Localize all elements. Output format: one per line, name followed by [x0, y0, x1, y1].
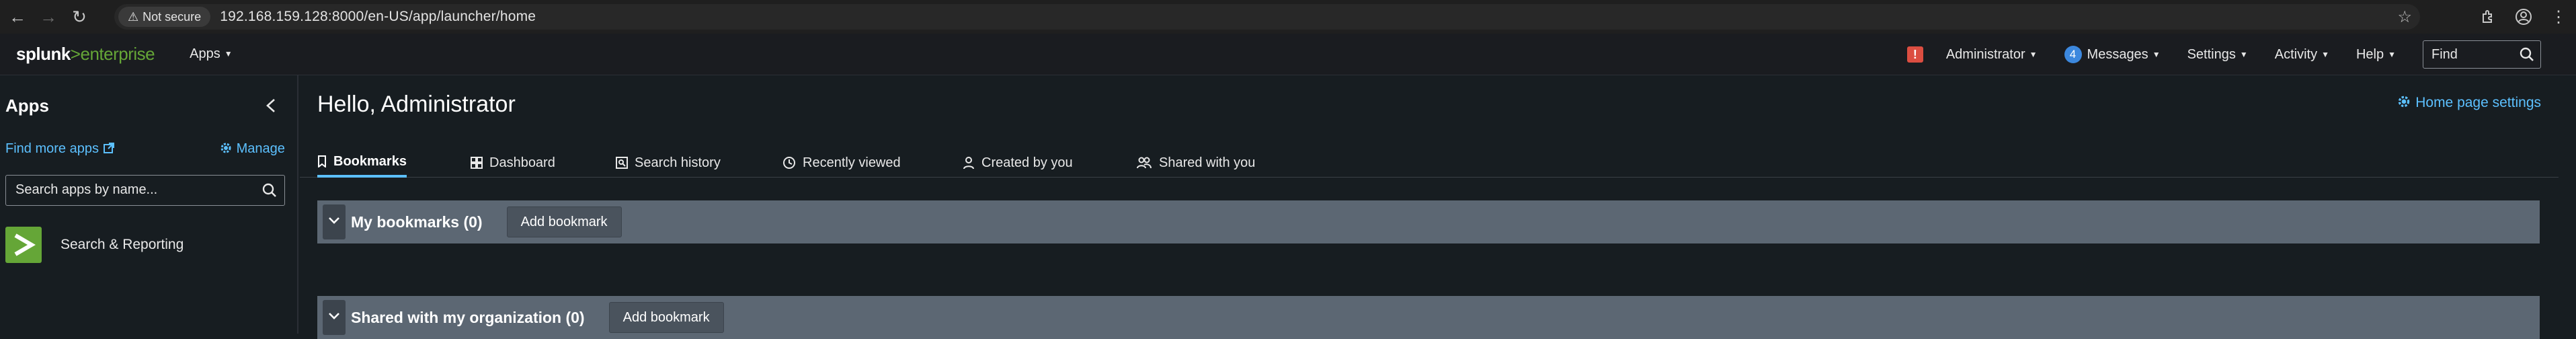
- apps-sidebar: Apps Find more apps Manage Search & Repo…: [0, 75, 298, 334]
- settings-menu[interactable]: Settings ▼: [2187, 47, 2248, 63]
- caret-down-icon: ▼: [2152, 50, 2161, 59]
- tab-created-by-you[interactable]: Created by you: [963, 148, 1073, 178]
- app-search-input[interactable]: [15, 182, 244, 198]
- profile-icon[interactable]: [2506, 0, 2541, 34]
- user-menu-label: Administrator: [1945, 46, 2025, 62]
- user-menu[interactable]: Administrator ▼: [1946, 47, 2038, 63]
- menu-kebab-icon[interactable]: ⋮: [2541, 0, 2576, 34]
- chevron-down-icon: [328, 216, 340, 228]
- my-bookmarks-section: My bookmarks (0) Add bookmark: [317, 200, 2540, 243]
- security-chip[interactable]: ⚠ Not secure: [118, 7, 211, 27]
- app-search-box[interactable]: [5, 175, 285, 206]
- not-secure-label: Not secure: [143, 9, 202, 24]
- settings-menu-label: Settings: [2187, 46, 2236, 62]
- logo-splunk-text: splunk: [16, 44, 71, 64]
- find-input[interactable]: [2431, 46, 2512, 63]
- expand-toggle[interactable]: [323, 204, 346, 239]
- tab-shared-with-you[interactable]: Shared with you: [1136, 148, 1255, 178]
- app-name: Search & Reporting: [61, 237, 184, 252]
- forward-button[interactable]: →: [35, 3, 62, 30]
- alert-icon[interactable]: !: [1906, 46, 1923, 63]
- apps-menu[interactable]: Apps ▼: [190, 46, 232, 62]
- back-button[interactable]: ←: [4, 3, 31, 30]
- tab-recently-viewed[interactable]: Recently viewed: [782, 148, 901, 178]
- home-tabs: Bookmarks Dashboard Search history Recen…: [300, 148, 2559, 178]
- splunk-logo[interactable]: splunk>enterprise: [16, 44, 155, 65]
- add-bookmark-button[interactable]: Add bookmark: [506, 206, 622, 237]
- home-page-settings-label: Home page settings: [2415, 95, 2541, 110]
- reload-button[interactable]: ↻: [66, 3, 93, 30]
- caret-down-icon: ▼: [2239, 49, 2248, 59]
- logo-gt-text: >: [70, 44, 81, 64]
- tab-label: Shared with you: [1159, 155, 1256, 170]
- find-more-apps-link[interactable]: Find more apps: [5, 141, 115, 157]
- expand-toggle[interactable]: [323, 300, 346, 335]
- bookmark-star-icon[interactable]: ☆: [2397, 7, 2412, 27]
- activity-menu[interactable]: Activity ▼: [2275, 47, 2329, 63]
- caret-down-icon: ▼: [2321, 49, 2329, 59]
- add-bookmark-button[interactable]: Add bookmark: [608, 302, 724, 333]
- tab-label: Bookmarks: [333, 153, 407, 169]
- address-bar[interactable]: ⚠ Not secure 192.168.159.128:8000/en-US/…: [114, 4, 2420, 30]
- manage-apps-link[interactable]: Manage: [219, 141, 285, 157]
- page-title: Hello, Administrator: [317, 91, 516, 117]
- activity-menu-label: Activity: [2274, 46, 2318, 62]
- caret-down-icon: ▼: [2388, 49, 2396, 59]
- user-icon: [963, 156, 975, 170]
- extensions-icon[interactable]: [2471, 0, 2506, 34]
- search-history-icon: [616, 157, 628, 169]
- main-content: Hello, Administrator Home page settings …: [300, 75, 2576, 339]
- chevron-down-icon: [328, 311, 340, 324]
- caret-down-icon: ▼: [224, 49, 233, 59]
- gear-icon: [219, 141, 237, 156]
- header-right: ! Administrator ▼ 4 Messages ▼ Settings ▼ Ac…: [1906, 34, 2576, 75]
- section-title: My bookmarks (0): [351, 213, 483, 231]
- bookmark-icon: [317, 155, 327, 167]
- warning-icon: ⚠: [128, 9, 139, 24]
- collapse-sidebar-icon[interactable]: [265, 97, 277, 119]
- tab-label: Search history: [635, 155, 721, 170]
- tab-label: Recently viewed: [803, 155, 901, 170]
- section-title: Shared with my organization (0): [351, 308, 585, 326]
- app-item-search-reporting[interactable]: Search & Reporting: [5, 226, 184, 264]
- tab-label: Dashboard: [489, 155, 555, 170]
- browser-actions: ⋮: [2471, 0, 2576, 34]
- apps-menu-label: Apps: [190, 46, 220, 61]
- tab-bookmarks[interactable]: Bookmarks: [317, 148, 407, 178]
- users-icon: [1136, 156, 1152, 170]
- messages-count-badge: 4: [2064, 46, 2082, 63]
- help-menu-label: Help: [2356, 46, 2384, 62]
- caret-down-icon: ▼: [2029, 49, 2038, 59]
- home-page-settings-link[interactable]: Home page settings: [2397, 94, 2541, 111]
- tab-search-history[interactable]: Search history: [616, 148, 721, 178]
- help-menu[interactable]: Help ▼: [2356, 47, 2396, 63]
- browser-toolbar: ← → ↻ ⚠ Not secure 192.168.159.128:8000/…: [0, 0, 2576, 34]
- search-icon[interactable]: [2519, 46, 2535, 66]
- sidebar-title: Apps: [5, 96, 49, 116]
- logo-enterprise-text: enterprise: [80, 44, 155, 64]
- dashboard-icon: [471, 157, 483, 169]
- external-link-icon: [103, 141, 115, 156]
- tab-dashboard[interactable]: Dashboard: [471, 148, 555, 178]
- search-icon[interactable]: [261, 182, 278, 202]
- messages-menu[interactable]: 4 Messages ▼: [2064, 46, 2161, 63]
- clock-icon: [782, 156, 796, 170]
- tab-label: Created by you: [981, 155, 1073, 170]
- search-reporting-app-icon: [5, 227, 42, 263]
- splunk-header: splunk>enterprise Apps ▼ ! Administrator ▼…: [0, 34, 2576, 75]
- find-more-apps-label: Find more apps: [5, 141, 99, 156]
- find-box[interactable]: [2423, 40, 2541, 69]
- shared-bookmarks-section: Shared with my organization (0) Add book…: [317, 296, 2540, 339]
- messages-menu-label: Messages: [2087, 47, 2148, 62]
- url-text[interactable]: 192.168.159.128:8000/en-US/app/launcher/…: [220, 9, 536, 25]
- gear-icon: [2397, 95, 2415, 110]
- manage-apps-label: Manage: [236, 141, 285, 156]
